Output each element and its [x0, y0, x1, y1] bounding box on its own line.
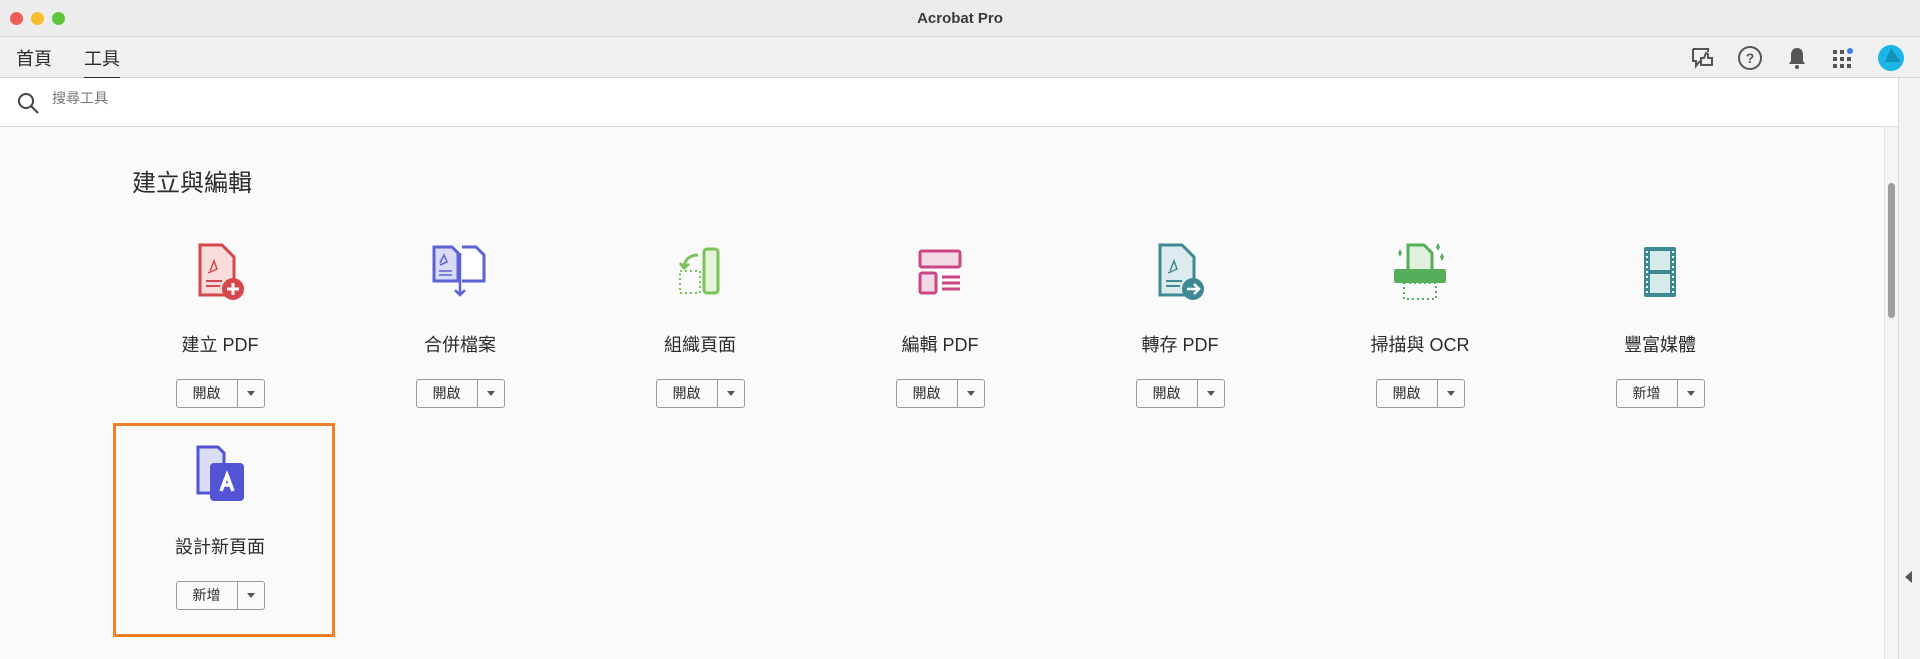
- edit-pdf-icon[interactable]: [840, 238, 1040, 308]
- tab-home[interactable]: 首頁: [16, 45, 52, 71]
- feedback-icon[interactable]: [1688, 43, 1718, 73]
- minimize-window-button[interactable]: [31, 12, 44, 25]
- tool-action-button[interactable]: 開啟: [897, 380, 958, 407]
- chevron-down-icon[interactable]: [1198, 380, 1224, 407]
- title-bar: Acrobat Pro: [0, 0, 1920, 37]
- right-panel-collapsed: [1898, 78, 1920, 659]
- tool-action-button-group: 開啟: [415, 379, 505, 408]
- organize-pages-icon[interactable]: [600, 238, 800, 308]
- window-title: Acrobat Pro: [917, 10, 1003, 27]
- tool-action-button-group: 開啟: [895, 379, 985, 408]
- expand-panel-arrow-icon[interactable]: [1905, 571, 1912, 583]
- tool-card-organize-pages[interactable]: 組織頁面 開啟: [600, 238, 800, 408]
- tool-action-button[interactable]: 開啟: [177, 380, 238, 407]
- export-pdf-icon[interactable]: [1080, 238, 1280, 308]
- chevron-down-icon[interactable]: [1438, 380, 1464, 407]
- tool-label[interactable]: 編輯 PDF: [840, 331, 1040, 355]
- tool-card-export-pdf[interactable]: 轉存 PDF 開啟: [1080, 238, 1280, 408]
- tool-label[interactable]: 豐富媒體: [1560, 331, 1760, 355]
- tool-action-button-group: 開啟: [175, 379, 265, 408]
- tool-label[interactable]: 建立 PDF: [120, 331, 320, 355]
- zoom-window-button[interactable]: [52, 12, 65, 25]
- search-bar: [0, 78, 1898, 127]
- scrollbar[interactable]: [1884, 127, 1898, 659]
- tab-bar: 首頁 工具 ?: [0, 37, 1920, 80]
- notifications-bell-icon[interactable]: [1782, 43, 1812, 73]
- tool-action-button-group: 新增: [1615, 379, 1705, 408]
- combine-files-icon[interactable]: [360, 238, 560, 308]
- scan-ocr-icon[interactable]: [1320, 238, 1520, 308]
- apps-grid-icon[interactable]: [1829, 43, 1859, 73]
- tool-action-button-group: 開啟: [655, 379, 745, 408]
- tab-tools[interactable]: 工具: [84, 45, 120, 80]
- tool-action-button[interactable]: 開啟: [417, 380, 478, 407]
- tool-label[interactable]: 掃描與 OCR: [1320, 331, 1520, 355]
- tool-card-combine-files[interactable]: 合併檔案 開啟: [360, 238, 560, 408]
- tool-card-rich-media[interactable]: 豐富媒體 新增: [1560, 238, 1760, 408]
- user-avatar[interactable]: [1876, 43, 1906, 73]
- tool-card-create-pdf[interactable]: 建立 PDF 開啟: [120, 238, 320, 408]
- tool-action-button[interactable]: 開啟: [657, 380, 718, 407]
- tool-label[interactable]: 轉存 PDF: [1080, 331, 1280, 355]
- chevron-down-icon[interactable]: [1678, 380, 1704, 407]
- tool-card-scan-ocr[interactable]: 掃描與 OCR 開啟: [1320, 238, 1520, 408]
- section-heading: 建立與編輯: [132, 170, 252, 197]
- tool-action-button-group: 開啟: [1375, 379, 1465, 408]
- tool-action-button[interactable]: 新增: [1617, 380, 1678, 407]
- rich-media-icon[interactable]: [1560, 238, 1760, 308]
- tool-card-edit-pdf[interactable]: 編輯 PDF 開啟: [840, 238, 1040, 408]
- tool-action-button-group: 開啟: [1135, 379, 1225, 408]
- tool-action-button[interactable]: 開啟: [1377, 380, 1438, 407]
- tool-label[interactable]: 合併檔案: [360, 331, 560, 355]
- tool-action-button[interactable]: 開啟: [1137, 380, 1198, 407]
- chevron-down-icon[interactable]: [718, 380, 744, 407]
- scrollbar-thumb[interactable]: [1888, 183, 1895, 318]
- close-window-button[interactable]: [10, 12, 23, 25]
- search-tools-input[interactable]: [52, 90, 452, 106]
- chevron-down-icon[interactable]: [478, 380, 504, 407]
- highlight-box: [113, 423, 335, 637]
- search-icon: [16, 91, 40, 120]
- help-icon[interactable]: ?: [1735, 43, 1765, 73]
- chevron-down-icon[interactable]: [238, 380, 264, 407]
- create-pdf-icon[interactable]: [120, 238, 320, 308]
- svg-text:?: ?: [1746, 50, 1755, 66]
- tool-label[interactable]: 組織頁面: [600, 331, 800, 355]
- chevron-down-icon[interactable]: [958, 380, 984, 407]
- window-controls: [10, 12, 65, 25]
